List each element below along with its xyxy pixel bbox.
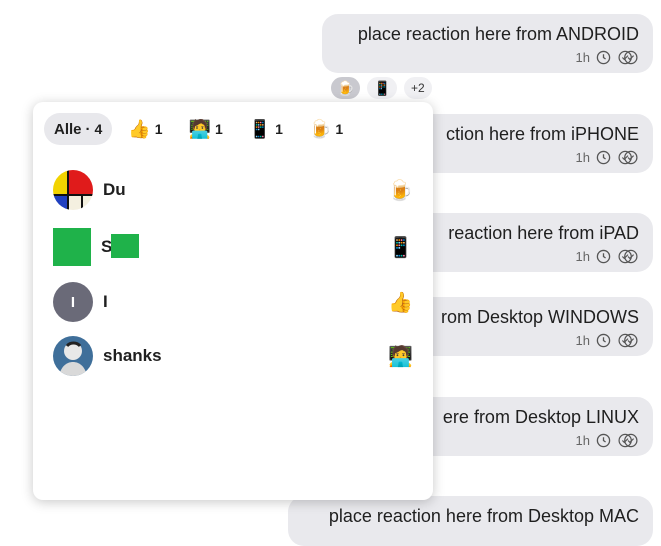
user-row[interactable]: shanks 🧑‍💻 [53, 336, 413, 376]
message-time: 1h [575, 433, 590, 448]
phone-icon: 📱 [388, 236, 413, 259]
read-receipt-icon [618, 333, 638, 348]
tab-count: 4 [94, 121, 103, 137]
reactions-popover: Alle · 4 👍 1 🧑‍💻 1 📱 1 🍺 1 [33, 102, 433, 500]
technologist-icon: 🧑‍💻 [188, 118, 211, 139]
read-receipt-icon [618, 433, 638, 448]
tab-count: 1 [335, 121, 344, 137]
tab-all[interactable]: Alle · 4 [44, 113, 113, 145]
avatar [53, 228, 91, 266]
avatar: I [53, 282, 93, 322]
clock-icon [596, 333, 611, 348]
read-receipt-icon [618, 150, 638, 165]
clock-icon [596, 249, 611, 264]
beer-icon: 🍺 [308, 118, 332, 139]
tab-count: 1 [275, 121, 283, 137]
user-row[interactable]: Du 🍺 [53, 170, 413, 210]
reaction-chip-phone[interactable]: 📱 [366, 76, 398, 100]
message-bubble[interactable]: place reaction here from ANDROID 1h [322, 14, 653, 73]
message-time: 1h [575, 249, 590, 264]
avatar [53, 336, 93, 376]
reaction-chip-beer[interactable]: 🍺 [330, 76, 362, 100]
phone-icon: 📱 [248, 118, 272, 139]
technologist-icon: 🧑‍💻 [388, 345, 413, 368]
profile-photo-icon [53, 336, 93, 376]
dot-separator: · [85, 120, 91, 138]
tab-count: 1 [154, 121, 163, 137]
message-meta: 1h [336, 50, 639, 65]
thumbs-up-icon: 👍 [128, 118, 151, 139]
thumbs-up-icon: 👍 [388, 291, 413, 314]
message-bubble[interactable]: place reaction here from Desktop MAC [288, 496, 653, 546]
tab-phone[interactable]: 📱 1 [239, 113, 293, 145]
user-name: shanks [103, 346, 162, 365]
user-row[interactable]: S 📱 [53, 227, 413, 267]
read-receipt-icon [618, 249, 638, 264]
beer-icon: 🍺 [388, 179, 413, 202]
tab-thumbs-up[interactable]: 👍 1 [118, 113, 172, 145]
clock-icon [596, 50, 611, 65]
avatar [53, 170, 93, 210]
clock-icon [596, 150, 611, 165]
avatar-initial: I [70, 293, 76, 311]
user-name: S [101, 234, 388, 258]
tab-count: 1 [214, 121, 223, 137]
reaction-chip-more[interactable]: +2 [402, 76, 433, 100]
message-time: 1h [575, 150, 590, 165]
message-time: 1h [575, 333, 590, 348]
tab-label: Alle [54, 120, 82, 138]
tab-technologist[interactable]: 🧑‍💻 1 [179, 113, 233, 145]
reaction-tabs: Alle · 4 👍 1 🧑‍💻 1 📱 1 🍺 1 [44, 113, 353, 145]
read-receipt-icon [618, 50, 638, 65]
message-text: place reaction here from Desktop MAC [328, 506, 639, 526]
mondrian-avatar-icon [53, 170, 93, 210]
message-reactions: 🍺 📱 +2 [330, 76, 433, 100]
redaction-block [111, 234, 139, 258]
tab-beer[interactable]: 🍺 1 [299, 113, 353, 145]
message-text: place reaction here from ANDROID [357, 24, 639, 44]
clock-icon [596, 433, 611, 448]
user-row[interactable]: I I 👍 [53, 282, 413, 322]
user-name: Du [103, 180, 126, 199]
message-time: 1h [575, 50, 590, 65]
user-name: I [103, 292, 108, 311]
